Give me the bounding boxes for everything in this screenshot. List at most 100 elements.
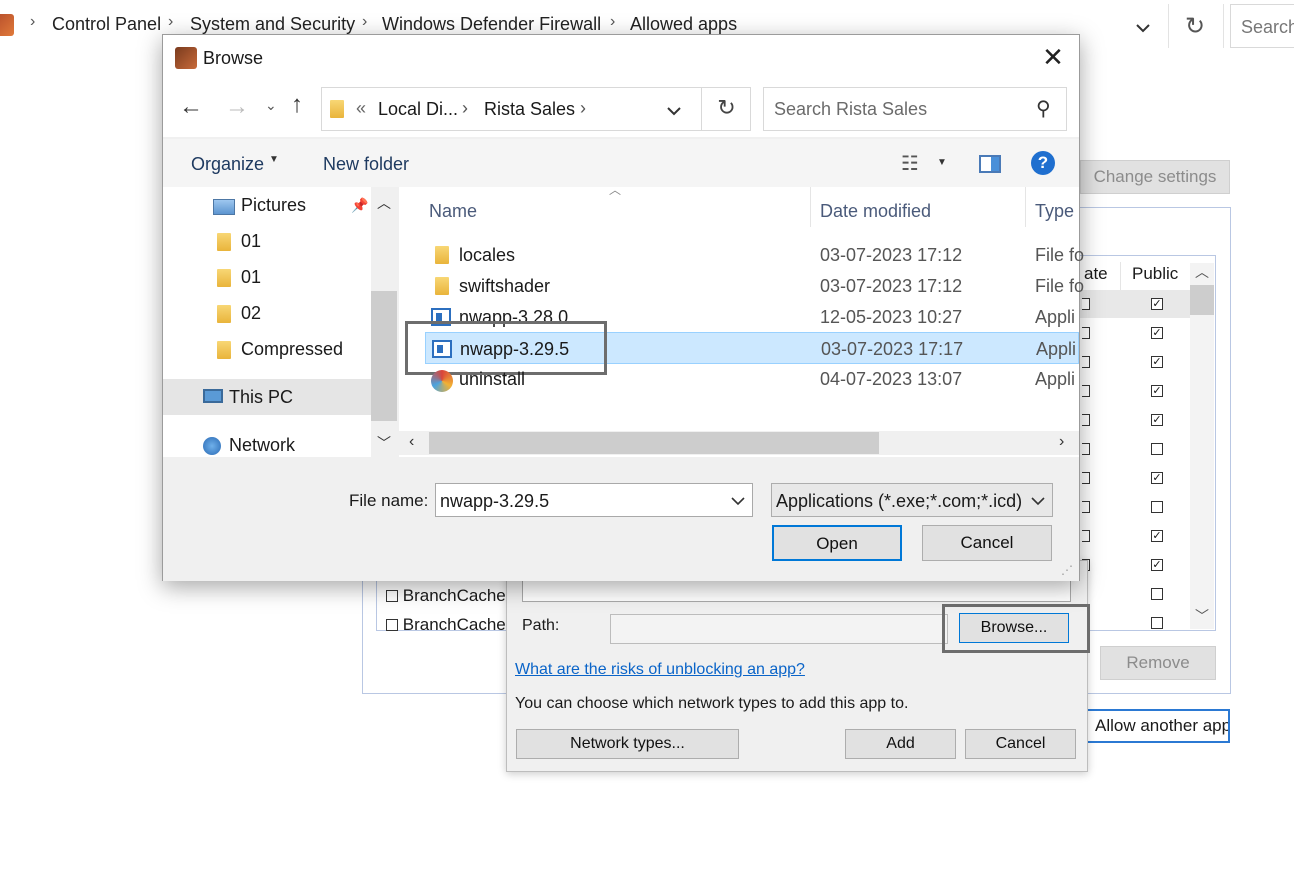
scroll-up-icon[interactable]: ︿ [377, 193, 391, 213]
column-date-modified[interactable]: Date modified [820, 201, 931, 222]
private-checkbox[interactable] [1082, 298, 1090, 310]
nav-item-label: Compressed [241, 339, 344, 359]
back-arrow-icon[interactable]: ← [179, 93, 203, 121]
new-folder-button[interactable]: New folder [323, 154, 409, 175]
public-checkbox[interactable] [1151, 443, 1163, 455]
list-header-divider [1120, 262, 1121, 292]
chevron-down-icon[interactable] [728, 492, 748, 510]
scroll-up-icon[interactable]: ︿ [1195, 262, 1209, 282]
allowed-apps-scroll-thumb[interactable] [1190, 285, 1214, 315]
search-input[interactable]: Search Rista Sales ⚲ [763, 87, 1067, 131]
search-icon[interactable]: ⚲ [1036, 96, 1051, 121]
public-checkbox[interactable]: ✓ [1151, 414, 1163, 426]
change-settings-button[interactable]: Change settings [1080, 160, 1230, 194]
public-checkbox[interactable] [1151, 501, 1163, 513]
public-checkbox[interactable]: ✓ [1151, 472, 1163, 484]
organize-menu[interactable]: Organize [191, 154, 264, 175]
scroll-right-icon[interactable]: › [1059, 433, 1064, 451]
scroll-left-icon[interactable]: ‹ [409, 433, 414, 451]
file-name-value: nwapp-3.29.5 [440, 491, 550, 511]
private-checkbox[interactable] [1082, 443, 1090, 455]
close-icon[interactable]: ✕ [1033, 41, 1073, 75]
recent-locations-icon[interactable]: ⌄ [265, 97, 277, 114]
file-row[interactable]: uninstall 04-07-2023 13:07 Appli [399, 364, 1079, 394]
list-item[interactable]: BranchCache - [386, 586, 516, 606]
chevron-down-icon[interactable]: ▼ [937, 157, 947, 168]
column-name[interactable]: Name [429, 201, 477, 222]
browse-dialog: Browse ✕ ← → ⌄ ↑ « Local Di... › Rista S… [162, 34, 1084, 581]
app-checkbox[interactable] [386, 619, 398, 631]
resize-grip-icon[interactable]: ⋰ [1061, 563, 1073, 577]
network-icon [203, 437, 221, 455]
private-checkbox[interactable] [1082, 356, 1090, 368]
chevron-down-icon[interactable] [662, 100, 686, 120]
control-panel-search[interactable]: Search [1230, 4, 1294, 48]
private-checkbox[interactable] [1082, 501, 1090, 513]
column-type[interactable]: Type [1035, 201, 1074, 222]
breadcrumb-control-panel[interactable]: Control Panel [52, 14, 161, 35]
private-checkbox[interactable] [1082, 530, 1090, 542]
title-bar: Browse ✕ [163, 35, 1079, 81]
private-checkbox[interactable] [1082, 327, 1090, 339]
file-type-select[interactable]: Applications (*.exe;*.com;*.icd) [771, 483, 1053, 517]
private-checkbox[interactable] [1082, 414, 1090, 426]
column-public[interactable]: Public [1132, 264, 1178, 284]
app-checkbox[interactable] [386, 590, 398, 602]
breadcrumb-system-security[interactable]: System and Security [190, 14, 355, 35]
chevron-right-icon[interactable]: › [462, 98, 468, 119]
column-divider[interactable] [1025, 187, 1026, 227]
file-row[interactable]: locales 03-07-2023 17:12 File fo [399, 240, 1084, 270]
column-private[interactable]: ate [1084, 264, 1108, 283]
open-button[interactable]: Open [772, 525, 902, 561]
apps-listbox[interactable] [522, 578, 1071, 602]
nav-pane-scroll-thumb[interactable] [371, 291, 397, 421]
risks-link[interactable]: What are the risks of unblocking an app? [515, 661, 805, 679]
path-local-disk[interactable]: Local Di... [378, 99, 458, 120]
chevron-right-icon[interactable]: › [580, 98, 586, 119]
public-checkbox[interactable]: ✓ [1151, 298, 1163, 310]
cancel-button[interactable]: Cancel [922, 525, 1052, 561]
add-button[interactable]: Add [845, 729, 956, 759]
path-rista-sales[interactable]: Rista Sales [484, 99, 575, 120]
column-divider[interactable] [810, 187, 811, 227]
folder-icon [217, 341, 231, 359]
public-checkbox[interactable]: ✓ [1151, 385, 1163, 397]
public-checkbox[interactable]: ✓ [1151, 530, 1163, 542]
path-overflow[interactable]: « [356, 98, 366, 119]
refresh-icon[interactable]: ↻ [701, 87, 751, 131]
file-name-input[interactable]: nwapp-3.29.5 [435, 483, 753, 517]
navigation-pane[interactable] [163, 187, 397, 457]
allowed-apps-scrollbar[interactable] [1190, 263, 1214, 629]
add-app-cancel-button[interactable]: Cancel [965, 729, 1076, 759]
private-checkbox[interactable] [1082, 385, 1090, 397]
address-history-dropdown[interactable] [1120, 4, 1166, 48]
breadcrumb-allowed-apps[interactable]: Allowed apps [630, 14, 737, 35]
scroll-down-icon[interactable]: ﹀ [377, 433, 391, 453]
scroll-down-icon[interactable]: ﹀ [1195, 606, 1209, 626]
forward-arrow-icon[interactable]: → [225, 93, 249, 121]
network-types-button[interactable]: Network types... [516, 729, 739, 759]
public-checkbox[interactable] [1151, 588, 1163, 600]
file-list-hscroll-thumb[interactable] [429, 432, 879, 454]
private-checkbox[interactable] [1082, 472, 1090, 484]
view-options-icon[interactable]: ☷ [901, 151, 919, 176]
public-checkbox[interactable]: ✓ [1151, 327, 1163, 339]
allow-another-app-button[interactable]: Allow another app... [1085, 709, 1230, 743]
help-icon[interactable]: ? [1031, 151, 1055, 175]
refresh-button[interactable]: ↻ [1168, 4, 1224, 48]
public-checkbox[interactable]: ✓ [1151, 356, 1163, 368]
list-item[interactable]: BranchCache - [386, 615, 516, 635]
breadcrumb-firewall[interactable]: Windows Defender Firewall [382, 14, 601, 35]
allowed-apps-column-headers: ate Public [1084, 264, 1178, 284]
up-arrow-icon[interactable]: ↑ [291, 91, 303, 119]
pin-icon[interactable]: 📌 [351, 197, 368, 214]
file-row[interactable]: swiftshader 03-07-2023 17:12 File fo [399, 271, 1084, 301]
public-checkbox[interactable]: ✓ [1151, 559, 1163, 571]
dialog-title: Browse [203, 48, 264, 68]
path-label: Path: [522, 617, 560, 634]
remove-button[interactable]: Remove [1100, 646, 1216, 680]
path-breadcrumb-box[interactable]: « Local Di... › Rista Sales › [321, 87, 751, 131]
path-input[interactable] [610, 614, 948, 644]
public-checkbox[interactable] [1151, 617, 1163, 629]
preview-pane-icon[interactable] [979, 155, 1001, 173]
